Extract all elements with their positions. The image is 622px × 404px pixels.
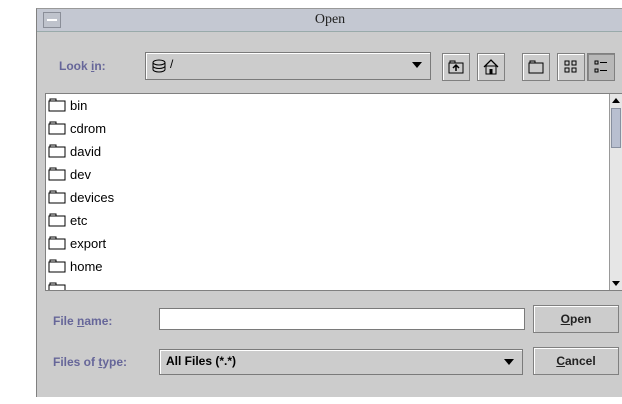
look-in-label: Look in: [59, 59, 106, 73]
file-name-label: david [70, 144, 102, 159]
details-view-button[interactable] [587, 53, 615, 81]
file-name-label: dev [70, 167, 91, 182]
up-one-level-button[interactable] [442, 53, 470, 81]
scrollbar-thumb[interactable] [611, 108, 621, 148]
chevron-down-icon[interactable] [504, 359, 514, 365]
file-type-value: All Files (*.*) [166, 354, 237, 368]
look-in-value: / [170, 57, 174, 71]
folder-icon [48, 167, 66, 181]
drive-icon [152, 59, 166, 73]
folder-icon [48, 236, 66, 250]
file-name-input[interactable] [159, 308, 525, 330]
home-button[interactable] [477, 53, 505, 81]
home-icon [483, 59, 499, 75]
file-name-label: home [70, 259, 103, 274]
folder-icon [48, 213, 66, 227]
list-view-icon [564, 60, 577, 73]
up-folder-icon [448, 60, 464, 74]
folder-icon [48, 190, 66, 204]
folder-icon [48, 144, 66, 158]
list-view-button[interactable] [557, 53, 585, 81]
chevron-down-icon[interactable] [412, 62, 422, 68]
window-title: Open [314, 12, 346, 27]
file-name-label: export [70, 236, 107, 251]
file-type-combo[interactable]: All Files (*.*) [159, 349, 523, 375]
scroll-down-icon[interactable] [611, 278, 621, 288]
file-name-label: cdrom [70, 121, 107, 136]
scroll-up-icon[interactable] [611, 96, 621, 106]
folder-icon [48, 98, 66, 112]
new-folder-button[interactable] [522, 53, 550, 81]
file-type-label: Files of type: [53, 355, 128, 369]
file-list[interactable]: bin cdrom david dev devices etc export h… [45, 93, 622, 291]
file-name-label: devices [70, 190, 115, 205]
file-name-label: etc [70, 213, 88, 228]
file-name-label: bin [70, 98, 88, 113]
open-button[interactable]: Open [533, 305, 619, 333]
new-folder-icon [528, 60, 544, 74]
folder-icon [48, 259, 66, 273]
file-name-label-text: File name: [53, 314, 113, 328]
folder-icon [48, 121, 66, 135]
look-in-combo[interactable]: / [145, 52, 431, 80]
vertical-scrollbar[interactable] [609, 94, 622, 290]
title-bar[interactable]: Open [37, 9, 622, 32]
cancel-button[interactable]: Cancel [533, 347, 619, 375]
folder-icon [48, 282, 66, 290]
open-dialog: Open Look in: / bin cdrom david dev devi… [36, 8, 622, 397]
details-view-icon [594, 60, 607, 73]
